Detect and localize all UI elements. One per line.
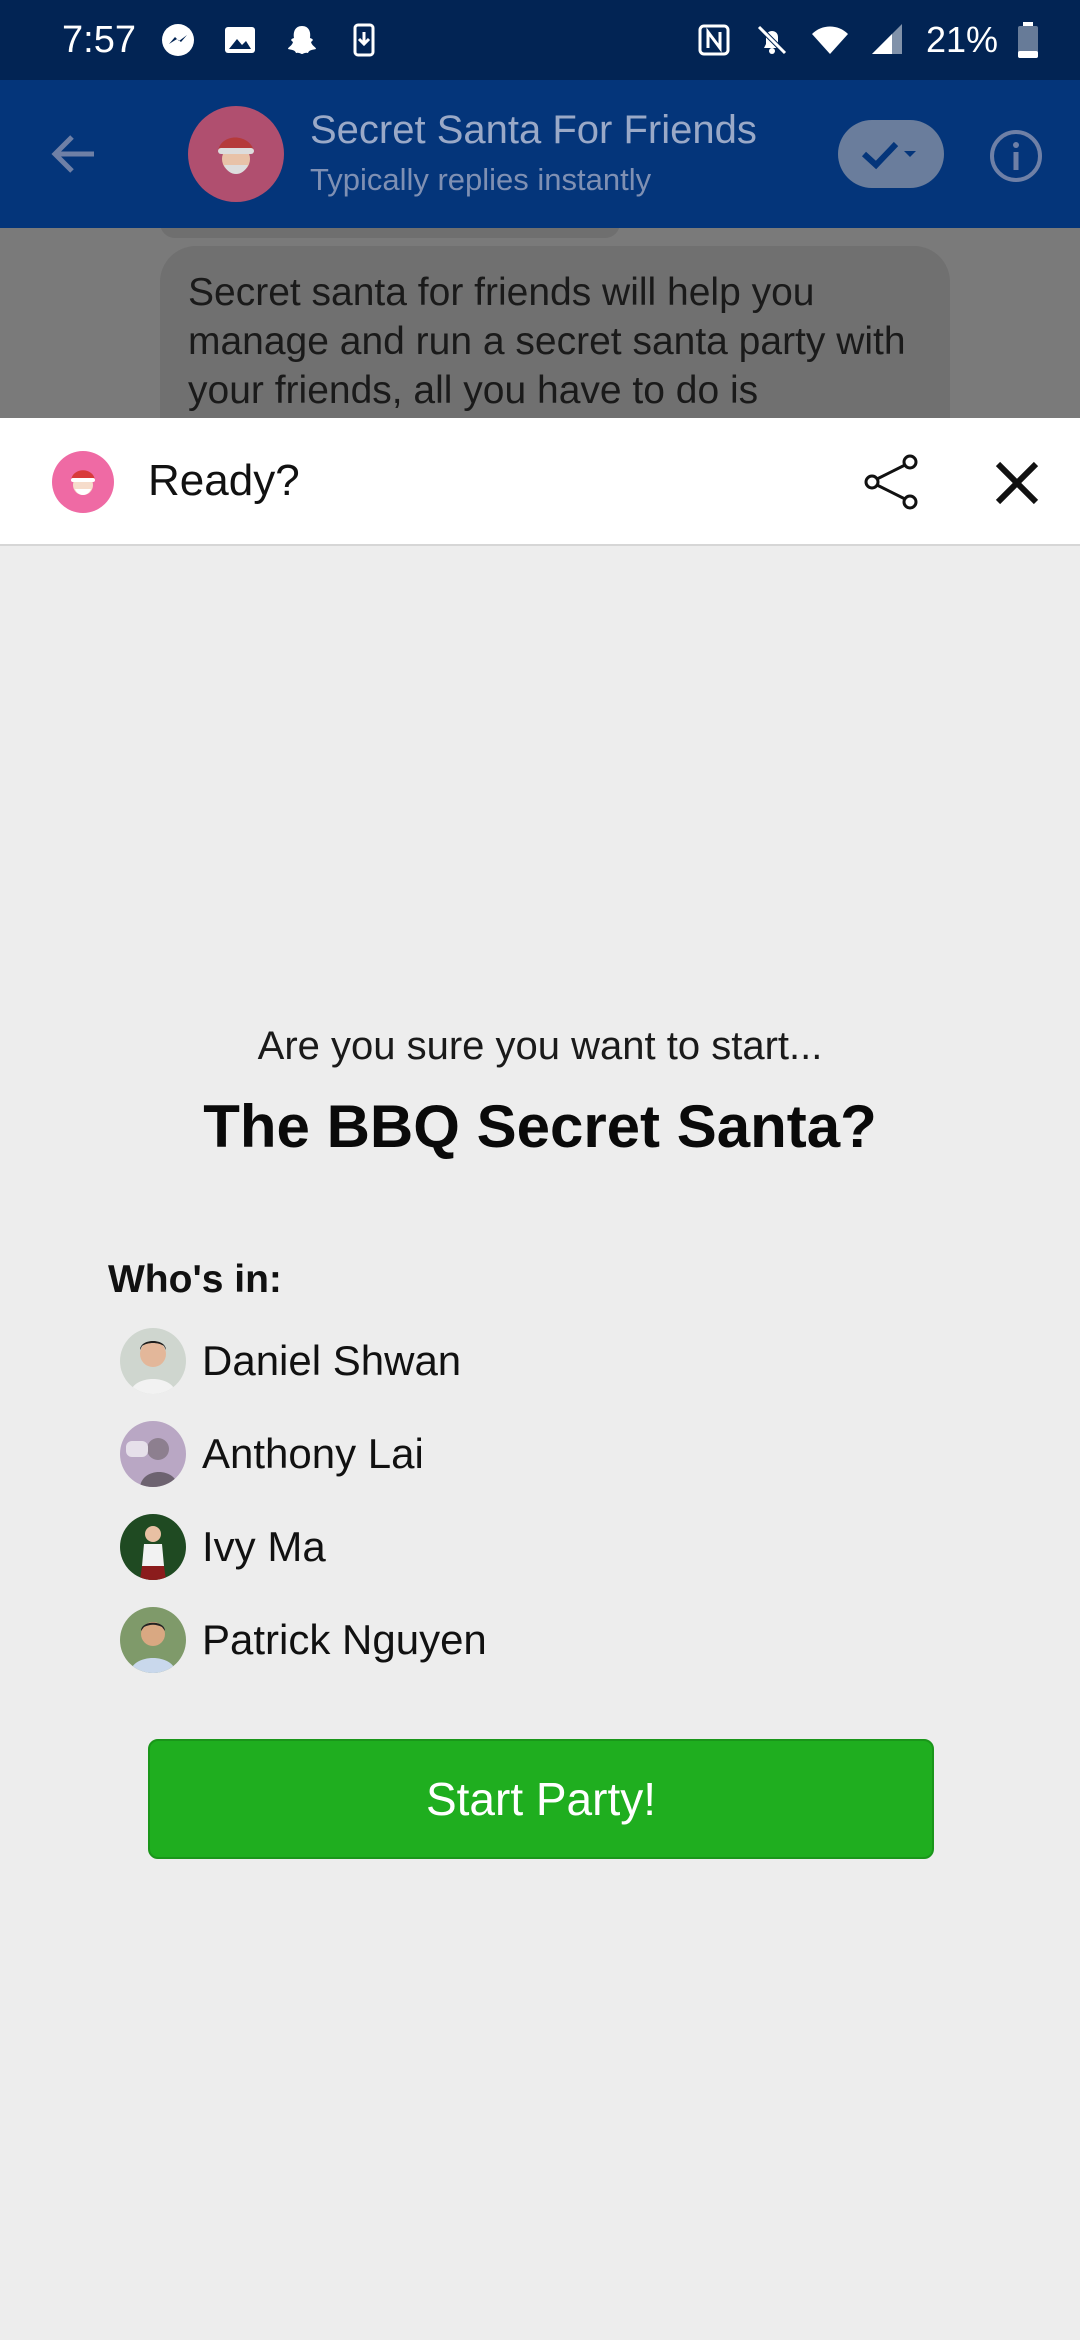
participants-label: Who's in: [108, 1258, 282, 1301]
sheet-title: Ready? [148, 456, 300, 505]
participant-item: Daniel Shwan [120, 1314, 487, 1407]
back-arrow-icon[interactable] [44, 124, 104, 184]
avatar [120, 1513, 186, 1580]
participant-name: Patrick Nguyen [202, 1615, 487, 1663]
avatar [120, 1327, 186, 1394]
status-time: 7:57 [62, 19, 136, 61]
done-menu-button[interactable] [838, 120, 944, 188]
santa-icon [218, 137, 254, 174]
wifi-icon [811, 26, 848, 54]
santa-icon [71, 470, 95, 495]
share-icon[interactable] [862, 452, 922, 512]
chat-header: Secret Santa For Friends Typically repli… [0, 80, 1080, 228]
snapchat-icon [288, 26, 316, 54]
mute-icon [757, 25, 787, 55]
bot-avatar[interactable] [188, 106, 284, 202]
nfc-icon [698, 24, 730, 56]
participant-item: Ivy Ma [120, 1500, 487, 1593]
battery-percent: 21% [925, 19, 998, 60]
chat-title: Secret Santa For Friends [310, 108, 757, 152]
avatar [120, 1606, 186, 1673]
participant-item: Patrick Nguyen [120, 1593, 487, 1686]
party-title: The BBQ Secret Santa? [203, 1093, 877, 1160]
messenger-icon [162, 24, 194, 56]
message-bubble: Secret santa for friends will help you m… [160, 246, 950, 418]
participant-item: Anthony Lai [120, 1407, 487, 1500]
close-icon[interactable] [992, 458, 1042, 508]
participant-list: Daniel Shwan Anthony Lai Ivy Ma Patrick … [120, 1314, 487, 1686]
image-icon [225, 27, 255, 53]
info-icon[interactable] [988, 128, 1044, 184]
start-party-button[interactable]: Start Party! [148, 1739, 934, 1859]
confirm-start-panel: Are you sure you want to start... The BB… [0, 546, 1080, 2340]
participant-name: Ivy Ma [202, 1522, 326, 1570]
participant-name: Anthony Lai [202, 1429, 424, 1477]
signal-icon [871, 24, 902, 54]
chat-subtitle: Typically replies instantly [310, 162, 652, 197]
confirm-question: Are you sure you want to start... [257, 1024, 823, 1068]
status-bar: 7:57 21% [0, 0, 1080, 80]
battery-icon [1018, 22, 1038, 58]
chat-body: Secret santa for friends will help you m… [0, 228, 1080, 418]
webview-header: Ready? [0, 418, 1080, 546]
checkmark-dropdown-icon [861, 141, 916, 170]
download-icon [353, 23, 375, 57]
sheet-avatar [52, 451, 114, 513]
participant-name: Daniel Shwan [202, 1336, 462, 1384]
previous-message-bubble [160, 228, 620, 238]
avatar [120, 1420, 186, 1487]
